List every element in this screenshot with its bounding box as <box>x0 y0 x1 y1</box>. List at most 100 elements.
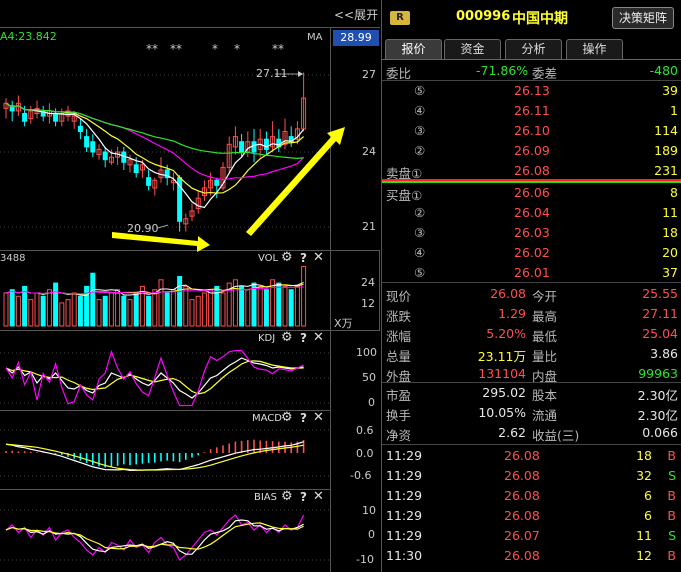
order-price: 26.06 <box>514 185 550 200</box>
tab-operations[interactable]: 操作 <box>566 39 623 59</box>
candle-body <box>53 113 59 122</box>
order-volume: 20 <box>662 245 678 260</box>
tick-time: 11:29 <box>386 528 423 543</box>
order-label: ③ <box>414 225 426 240</box>
bias-axis-label: 0 <box>368 528 375 541</box>
decision-matrix-button[interactable]: 决策矩阵 <box>612 7 674 29</box>
divider <box>382 444 681 445</box>
order-price: 26.03 <box>514 225 550 240</box>
low-price-label: 20.90 <box>127 222 159 235</box>
volume-bar <box>9 289 15 327</box>
price-axis-label: 24 <box>362 145 376 158</box>
gear-icon[interactable]: ⚙ <box>281 410 293 425</box>
stat-value: 2.30亿 <box>637 388 678 403</box>
help-icon[interactable]: ? <box>300 411 307 425</box>
order-price: 26.04 <box>514 205 550 220</box>
tick-time: 11:30 <box>386 548 423 563</box>
tick-price: 26.08 <box>504 448 540 463</box>
volume-bar <box>133 292 139 327</box>
close-icon[interactable]: ✕ <box>313 250 324 265</box>
vol-axis-label: 24 <box>361 276 375 289</box>
tick-price: 26.07 <box>504 528 540 543</box>
volume-bar <box>189 299 195 327</box>
volume-bar <box>158 279 164 327</box>
stat-row: 涨跌 1.29 最高 27.11 <box>382 304 681 324</box>
tick-direction: B <box>667 548 676 563</box>
stat-label: 总量 <box>386 349 412 364</box>
chart-area[interactable]: <<展开 A4:23.842 MA 28.99 ** ** * * ** 27.… <box>0 0 380 572</box>
stat-label: 最高 <box>532 309 558 324</box>
candle-body <box>84 136 90 148</box>
order-label: ③ <box>414 123 426 138</box>
volume-bar <box>15 295 21 327</box>
stat-value: 25.04 <box>642 326 678 341</box>
tick-volume: 11 <box>636 528 652 543</box>
order-row: ② 26.09 189 <box>382 141 681 161</box>
stat-value: 5.20% <box>486 326 526 341</box>
order-label: ⑤ <box>414 265 426 280</box>
tick-price: 26.08 <box>504 548 540 563</box>
close-icon[interactable]: ✕ <box>313 410 324 425</box>
stat-row: 净资 2.62 收益(三) 0.066 <box>382 423 681 443</box>
volume-bar <box>152 289 158 327</box>
stat-label: 量比 <box>532 349 558 364</box>
candle-body <box>22 113 28 122</box>
tick-time: 11:29 <box>386 508 423 523</box>
gear-icon[interactable]: ⚙ <box>281 330 293 345</box>
tick-row: 11:29 26.08 6 B <box>382 506 681 526</box>
stat-label: 市盈 <box>386 388 412 403</box>
tick-volume: 6 <box>644 508 652 523</box>
tick-price: 26.08 <box>504 468 540 483</box>
tab-funds[interactable]: 资金 <box>444 39 501 59</box>
stat-value: 295.02 <box>482 385 526 400</box>
vol-axis-label: 12 <box>361 297 375 310</box>
stat-row: 总量 23.11万 量比 3.86 <box>382 344 681 364</box>
vol-label: VOL <box>258 253 279 264</box>
stat-value: 99963 <box>638 366 678 381</box>
r-badge: R <box>390 11 410 25</box>
high-marker-arrow <box>298 71 303 77</box>
gear-icon[interactable]: ⚙ <box>281 489 293 504</box>
volume-bar <box>257 285 263 327</box>
tab-quote[interactable]: 报价 <box>385 39 442 59</box>
help-icon[interactable]: ? <box>300 490 307 504</box>
volume-bar <box>251 282 257 327</box>
order-volume: 189 <box>654 143 678 158</box>
volume-bar <box>183 285 189 327</box>
low-marker-line <box>157 224 169 229</box>
volume-bar <box>263 289 269 327</box>
candle-body <box>239 141 245 153</box>
order-row: 买盘① 26.06 8 <box>382 183 681 203</box>
stat-row: 外盘 131104 内盘 99963 <box>382 364 681 384</box>
stat-value: 23.11万 <box>477 349 526 364</box>
stat-label: 净资 <box>386 428 412 443</box>
help-icon[interactable]: ? <box>300 331 307 345</box>
tab-analysis[interactable]: 分析 <box>505 39 562 59</box>
volume-bar <box>22 285 28 327</box>
close-icon[interactable]: ✕ <box>313 489 324 504</box>
stat-label: 换手 <box>386 408 412 423</box>
tick-row: 11:30 26.08 12 B <box>382 546 681 566</box>
kline-chart[interactable] <box>0 0 380 572</box>
weibi-value: -71.86% <box>476 63 529 78</box>
candle-body <box>102 151 108 161</box>
order-label: ④ <box>414 103 426 118</box>
tick-row: 11:29 26.07 11 S <box>382 526 681 546</box>
volume-bar <box>220 292 226 327</box>
gear-icon[interactable]: ⚙ <box>281 250 293 265</box>
price-axis-label: 27 <box>362 68 376 81</box>
volume-bars <box>3 266 307 327</box>
volume-bar <box>239 285 245 327</box>
volume-bar <box>270 279 276 327</box>
candle-body <box>90 141 96 153</box>
stock-name: 中国中期 <box>512 11 568 27</box>
volume-bar <box>34 292 40 327</box>
volume-bar <box>40 295 46 327</box>
close-icon[interactable]: ✕ <box>313 330 324 345</box>
stat-value: 27.11 <box>642 306 678 321</box>
bias-label: BIAS <box>254 492 277 503</box>
stat-label: 流通 <box>532 408 558 423</box>
macd-axis-label: -0.6 <box>350 469 372 482</box>
order-volume: 39 <box>662 83 678 98</box>
help-icon[interactable]: ? <box>300 251 307 265</box>
